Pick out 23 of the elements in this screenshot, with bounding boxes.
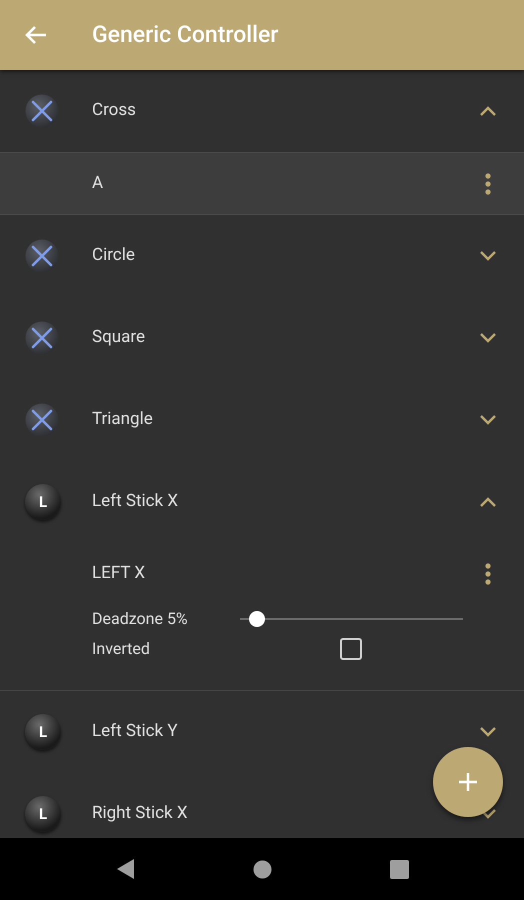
stick-icon: L bbox=[25, 714, 61, 750]
binding-name: LEFT X bbox=[92, 562, 146, 585]
screen-title: Generic Controller bbox=[92, 20, 278, 50]
input-name: Circle bbox=[92, 244, 136, 268]
input-name: Cross bbox=[92, 99, 137, 122]
binding-item[interactable]: A bbox=[0, 152, 524, 215]
input-name: Right Stick X bbox=[92, 802, 188, 826]
input-row[interactable]: Square bbox=[0, 297, 524, 379]
input-row[interactable]: L Left Stick Y bbox=[0, 691, 524, 773]
input-name: Left Stick X bbox=[92, 490, 180, 514]
input-row[interactable]: Cross bbox=[0, 70, 524, 152]
input-name: Left Stick Y bbox=[92, 720, 179, 744]
binding-item[interactable]: LEFT X Deadzone 5% Inverted bbox=[0, 543, 524, 691]
input-name: Triangle bbox=[92, 408, 154, 432]
stick-icon: L bbox=[25, 484, 61, 520]
input-row[interactable]: L Left Stick X bbox=[0, 461, 524, 543]
inverted-label: Inverted bbox=[92, 638, 151, 660]
input-name: Square bbox=[92, 326, 146, 350]
input-row[interactable]: Triangle bbox=[0, 379, 524, 461]
deadzone-label: Deadzone 5% bbox=[92, 608, 189, 630]
stick-icon: L bbox=[25, 796, 61, 832]
input-row[interactable]: Circle bbox=[0, 215, 524, 297]
binding-name: A bbox=[92, 172, 104, 195]
